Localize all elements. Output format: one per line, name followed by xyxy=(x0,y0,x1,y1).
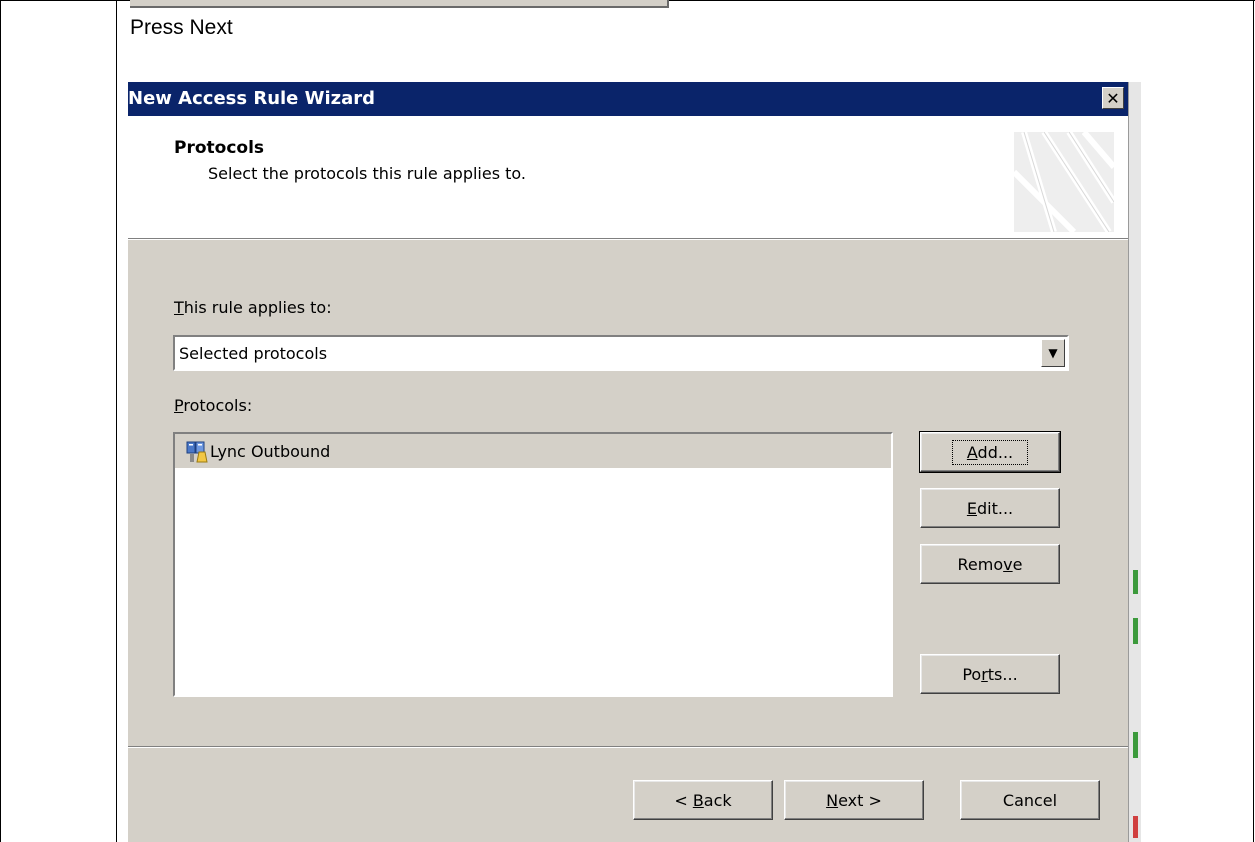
add-button[interactable]: Add... xyxy=(919,431,1061,473)
header-separator xyxy=(128,238,1128,240)
title-bar[interactable]: New Access Rule Wizard ✕ xyxy=(128,82,1128,116)
wizard-dialog: New Access Rule Wizard ✕ Protocols Selec… xyxy=(128,82,1128,842)
instruction-text: Press Next xyxy=(130,16,233,39)
back-button[interactable]: < Back xyxy=(633,780,773,820)
status-mark xyxy=(1133,618,1138,644)
background-window-edge xyxy=(1128,82,1141,842)
header-subtitle: Select the protocols this rule applies t… xyxy=(208,164,526,183)
applies-to-label: This rule applies to: xyxy=(174,298,332,317)
list-item[interactable]: Lync Outbound xyxy=(175,434,891,468)
cancel-button[interactable]: Cancel xyxy=(960,780,1100,820)
protocol-definition-icon xyxy=(186,441,208,463)
close-icon: ✕ xyxy=(1106,88,1120,108)
previous-screenshot-edge xyxy=(130,0,669,8)
remove-button[interactable]: Remove xyxy=(920,544,1060,584)
table-column-divider xyxy=(116,0,117,842)
protocol-name: Lync Outbound xyxy=(210,442,331,461)
table-border-right xyxy=(1253,0,1254,842)
next-button[interactable]: Next > xyxy=(784,780,924,820)
header-title: Protocols xyxy=(174,138,265,158)
chevron-down-icon: ▼ xyxy=(1048,346,1058,360)
footer-separator xyxy=(128,746,1128,748)
status-mark xyxy=(1133,732,1138,758)
edit-button[interactable]: Edit... xyxy=(920,488,1060,528)
status-mark xyxy=(1133,816,1138,838)
protocols-list[interactable]: Lync Outbound xyxy=(173,432,893,697)
applies-to-value: Selected protocols xyxy=(179,344,328,363)
wizard-emblem-icon xyxy=(1014,132,1114,232)
ports-button[interactable]: Ports... xyxy=(920,654,1060,694)
close-button[interactable]: ✕ xyxy=(1102,87,1124,109)
status-mark xyxy=(1133,570,1138,594)
table-border-left xyxy=(0,0,1,842)
wizard-header: Protocols Select the protocols this rule… xyxy=(128,116,1128,238)
applies-to-select[interactable]: Selected protocols ▼ xyxy=(173,335,1069,371)
protocols-label: Protocols: xyxy=(174,396,253,415)
window-title: New Access Rule Wizard xyxy=(128,88,376,109)
dropdown-button[interactable]: ▼ xyxy=(1041,339,1065,367)
